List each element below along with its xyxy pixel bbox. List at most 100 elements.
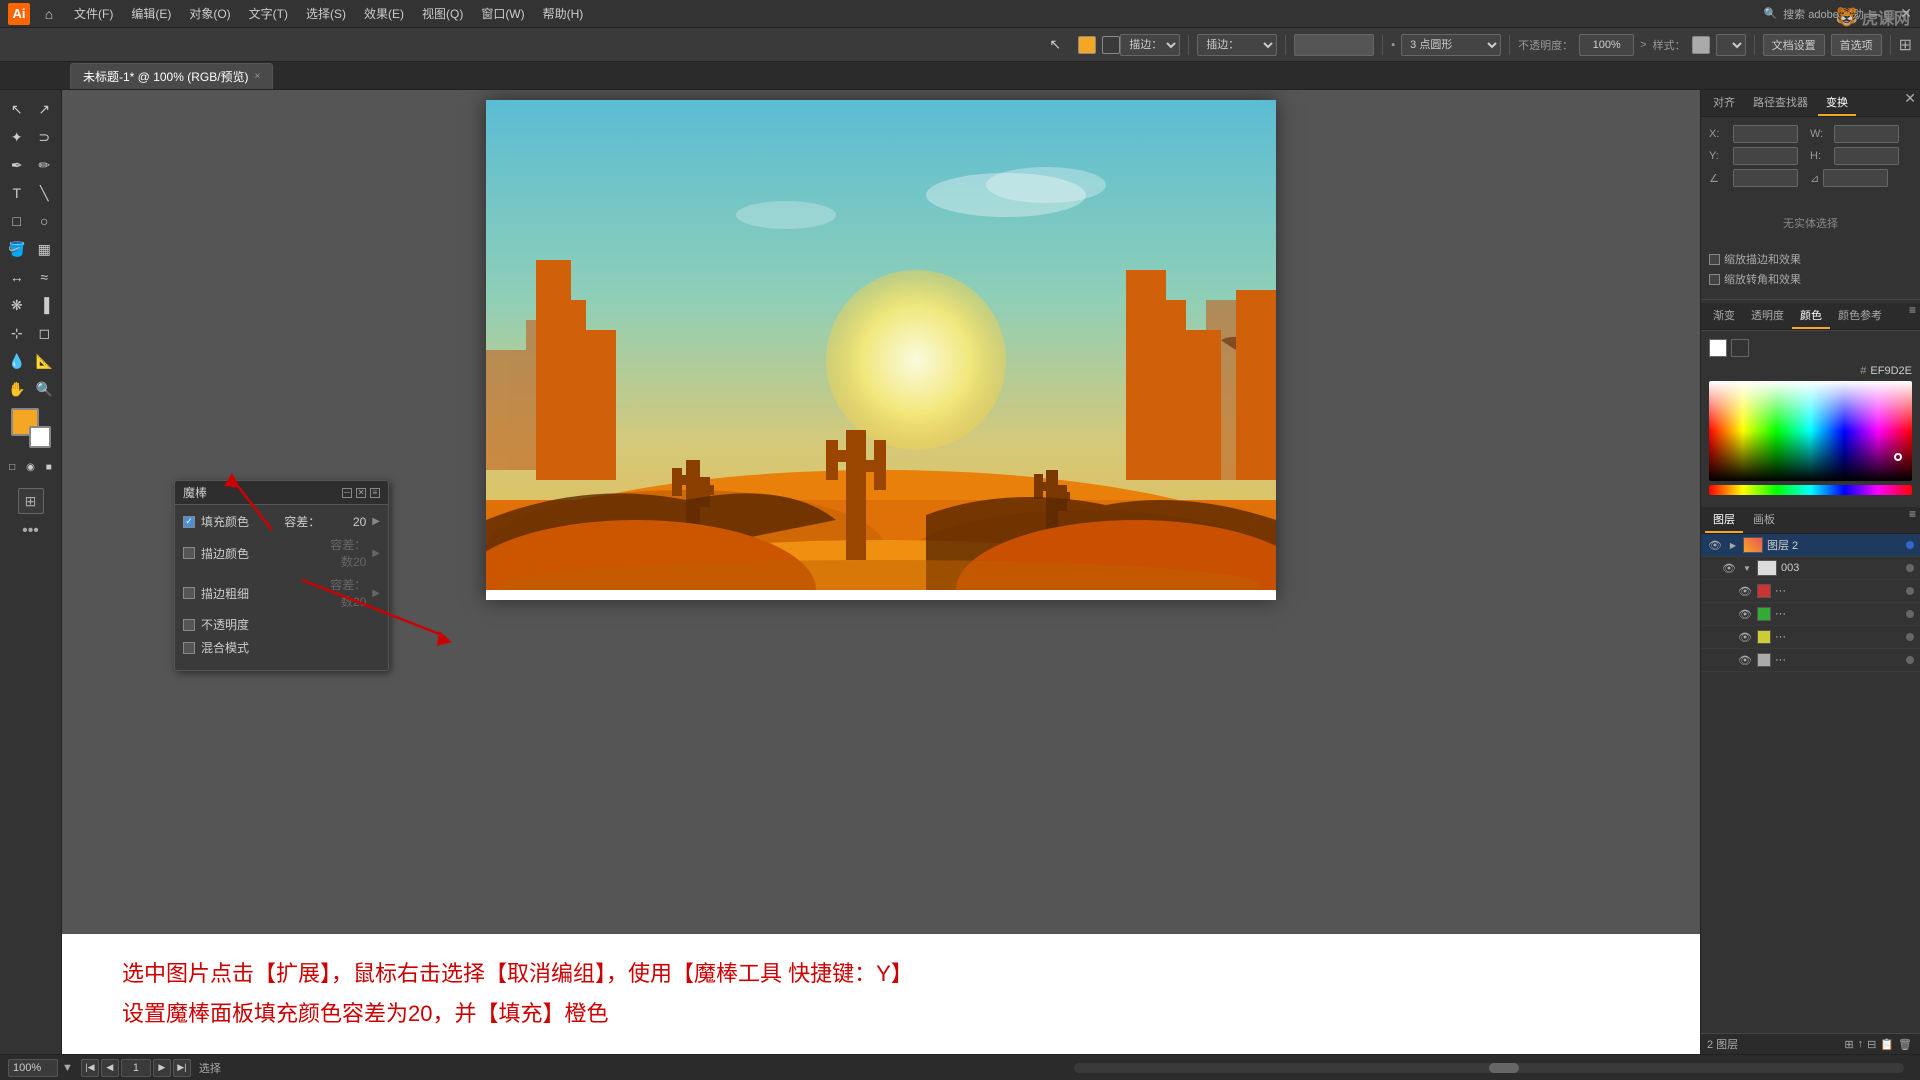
direct-selection-tool[interactable]: ↗ <box>32 96 58 122</box>
layers-menu-btn[interactable]: ≡ <box>1909 507 1916 533</box>
stroke-color-arrow[interactable]: ▶ <box>372 548 380 559</box>
style-swatch[interactable] <box>1692 36 1710 54</box>
normal-mode[interactable]: □ <box>4 454 20 480</box>
opacity-input[interactable] <box>1579 34 1634 56</box>
doc-settings-btn[interactable]: 文档设置 <box>1763 34 1825 56</box>
prev-page-btn[interactable]: ◀ <box>101 1059 119 1077</box>
fill-color-checkbox[interactable] <box>183 516 195 528</box>
stroke-select[interactable]: 描边： <box>1120 34 1180 56</box>
scale-stroke-checkbox[interactable] <box>1709 254 1720 265</box>
menu-text[interactable]: 文字(T) <box>241 3 296 24</box>
h-scrollbar-thumb[interactable] <box>1489 1063 1519 1073</box>
layers-tab[interactable]: 图层 <box>1705 507 1743 533</box>
menu-view[interactable]: 视图(Q) <box>414 3 471 24</box>
hand-tool[interactable]: ✋ <box>4 376 30 402</box>
panel-close-right[interactable]: ✕ <box>1904 90 1916 116</box>
w-input[interactable] <box>1834 125 1899 143</box>
text-tool[interactable]: T <box>4 180 30 206</box>
column-graph-tool[interactable]: ▐ <box>32 292 58 318</box>
transform-tab[interactable]: 变换 <box>1818 90 1856 116</box>
full-mode[interactable]: ■ <box>41 454 57 480</box>
layer-003-item[interactable]: 👁 ▼ 003 <box>1701 557 1920 580</box>
measure-tool[interactable]: 📐 <box>32 348 58 374</box>
x-input[interactable] <box>1733 125 1798 143</box>
view-toggle-icon[interactable]: ⊞ <box>1899 35 1912 55</box>
points-select[interactable]: 3 点圆形 <box>1401 34 1501 56</box>
layer-sub-2[interactable]: 👁 ··· <box>1701 603 1920 626</box>
panel-close-btn[interactable]: ✕ <box>356 488 366 498</box>
layer-sub-3[interactable]: 👁 ··· <box>1701 626 1920 649</box>
layer-2-expand[interactable]: ▶ <box>1727 539 1739 551</box>
stroke-width-checkbox[interactable] <box>183 587 195 599</box>
layer-2-item[interactable]: 👁 ▶ 图层 2 <box>1701 534 1920 557</box>
next-page-btn[interactable]: ▶ <box>153 1059 171 1077</box>
stroke-color-checkbox[interactable] <box>183 547 195 559</box>
sub-2-eye[interactable]: 👁 <box>1737 606 1753 622</box>
menu-select[interactable]: 选择(S) <box>298 3 354 24</box>
layers-btn-3[interactable]: ⊟ <box>1867 1038 1876 1051</box>
layer-003-expand[interactable]: ▼ <box>1741 562 1753 574</box>
layers-btn-5[interactable]: 🗑 <box>1898 1038 1912 1051</box>
line-tool[interactable]: ╲ <box>32 180 58 206</box>
screen-mode[interactable]: ◉ <box>22 454 38 480</box>
fill-color-swatch[interactable] <box>1078 36 1096 54</box>
style-select[interactable]: ▼ <box>1716 34 1746 56</box>
panel-minimize-btn[interactable]: ─ <box>342 488 352 498</box>
pencil-tool[interactable]: ✏ <box>32 152 58 178</box>
layer-sub-1[interactable]: 👁 ··· <box>1701 580 1920 603</box>
layer-sub-4[interactable]: 👁 ··· <box>1701 649 1920 672</box>
tab-close-btn[interactable]: × <box>255 71 261 82</box>
magic-wand-tool[interactable]: ✦ <box>4 124 30 150</box>
layer-003-eye[interactable]: 👁 <box>1721 560 1737 576</box>
more-tools[interactable]: ••• <box>4 522 57 540</box>
preferences-btn[interactable]: 首选项 <box>1831 34 1882 56</box>
canvas-area[interactable]: 魔棒 ─ ✕ ≡ 填充颜色 容差： 20 ▶ 描边颜色 容 <box>62 90 1700 1054</box>
panel-menu-btn[interactable]: ≡ <box>370 488 380 498</box>
warp-tool[interactable]: ≈ <box>32 264 58 290</box>
menu-edit[interactable]: 编辑(E) <box>123 3 179 24</box>
zoom-input[interactable] <box>8 1059 58 1077</box>
layers-btn-1[interactable]: ⊞ <box>1844 1038 1853 1051</box>
last-page-btn[interactable]: ▶| <box>173 1059 191 1077</box>
menu-file[interactable]: 文件(F) <box>66 3 121 24</box>
symbol-tool[interactable]: ❋ <box>4 292 30 318</box>
layer-2-eye[interactable]: 👁 <box>1707 537 1723 553</box>
sub-1-eye[interactable]: 👁 <box>1737 583 1753 599</box>
ellipse-tool[interactable]: ○ <box>32 208 58 234</box>
eyedropper-tool[interactable]: 💧 <box>4 348 30 374</box>
hex-value[interactable]: EF9D2E <box>1870 365 1912 377</box>
select-tool-icon[interactable]: ↖ <box>1042 32 1068 58</box>
first-page-btn[interactable]: |◀ <box>81 1059 99 1077</box>
y-input[interactable] <box>1733 147 1798 165</box>
menu-object[interactable]: 对象(O) <box>181 3 238 24</box>
sub-4-eye[interactable]: 👁 <box>1737 652 1753 668</box>
lasso-tool[interactable]: ⊃ <box>32 124 58 150</box>
menu-effect[interactable]: 效果(E) <box>356 3 412 24</box>
h-input[interactable] <box>1834 147 1899 165</box>
h-scrollbar[interactable] <box>1074 1063 1904 1073</box>
background-color[interactable] <box>29 426 51 448</box>
interpolation-select[interactable]: 插边： <box>1197 34 1277 56</box>
gradient-tab[interactable]: 渐变 <box>1705 303 1743 329</box>
white-swatch[interactable] <box>1709 339 1727 357</box>
opacity-checkbox[interactable] <box>183 619 195 631</box>
color-spectrum[interactable] <box>1709 381 1912 481</box>
rect-tool[interactable]: □ <box>4 208 30 234</box>
home-icon[interactable]: ⌂ <box>38 3 60 25</box>
black-swatch[interactable] <box>1731 339 1749 357</box>
scale-corners-checkbox[interactable] <box>1709 274 1720 285</box>
layers-btn-4[interactable]: 📋 <box>1880 1038 1894 1051</box>
hue-bar[interactable] <box>1709 485 1912 495</box>
tolerance-value[interactable]: 20 <box>326 515 366 529</box>
color-tab[interactable]: 颜色 <box>1792 303 1830 329</box>
selection-tool[interactable]: ↖ <box>4 96 30 122</box>
angle-input[interactable] <box>1733 169 1798 187</box>
view-mode-icon[interactable]: ⊞ <box>4 488 57 514</box>
shear-input[interactable] <box>1823 169 1888 187</box>
zoom-dropdown[interactable]: ▼ <box>62 1062 73 1074</box>
color-ref-tab[interactable]: 颜色参考 <box>1830 303 1890 329</box>
blend-mode-checkbox[interactable] <box>183 642 195 654</box>
sub-3-eye[interactable]: 👁 <box>1737 629 1753 645</box>
transform-tool[interactable]: ↔ <box>4 264 30 290</box>
page-input[interactable] <box>121 1059 151 1077</box>
